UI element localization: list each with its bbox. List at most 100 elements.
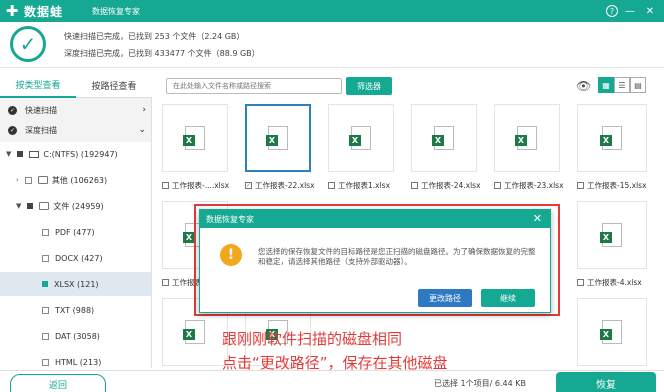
dialog-title: 数据恢复专家 (206, 214, 254, 224)
chevron-down-icon: ⌄ (138, 125, 146, 135)
sidebar-item-other[interactable]: › 其他 (106263) (0, 168, 151, 192)
file-name: 工作报表-....xlsx (172, 181, 230, 190)
sidebar-item-label: TXT (988) (55, 305, 95, 315)
dialog-close-icon[interactable]: ✕ (533, 212, 542, 225)
tab-by-type[interactable]: 按类型查看 (0, 72, 76, 98)
checkbox[interactable] (42, 228, 49, 236)
recover-button[interactable]: 恢复 (556, 372, 656, 392)
change-path-button[interactable]: 更改路径 (418, 289, 472, 307)
excel-file-icon: X (266, 126, 288, 150)
sidebar-item-label: C:(NTFS) (192947) (43, 149, 118, 159)
file-checkbox[interactable] (494, 182, 501, 189)
sidebar-item-label: 深度扫描 (25, 125, 57, 135)
file-tile[interactable]: X (577, 104, 647, 172)
sidebar-item-dat[interactable]: DAT (3058) (0, 324, 151, 348)
grid-view-icon[interactable]: ▦ (598, 77, 614, 93)
checkbox[interactable] (42, 306, 49, 314)
brand-name: 数据蛙 (24, 5, 64, 19)
file-checkbox[interactable] (577, 279, 584, 286)
view-tabs: 按类型查看 按路径查看 (0, 72, 152, 98)
view-mode-switch: ▦ ☰ ▤ (598, 77, 646, 93)
sidebar-item-pdf[interactable]: PDF (477) (0, 220, 151, 244)
file-name-row: 工作报表-4.xlsx (577, 277, 657, 288)
chevron-right-icon: › (142, 105, 146, 115)
sidebar-item-documents[interactable]: ▼ 文件 (24959) (0, 194, 151, 218)
sidebar-item-label: 文件 (24959) (53, 201, 104, 211)
sidebar-item-label: 其他 (106263) (51, 175, 108, 185)
window-controls: ? — ✕ (606, 3, 658, 19)
check-dot-icon: ✓ (8, 125, 17, 135)
file-name-row: 工作报表-....xlsx (162, 180, 246, 191)
partial-check-icon[interactable] (27, 203, 34, 209)
plus-logo-icon: ✚ (5, 2, 19, 20)
help-icon[interactable]: ? (606, 5, 618, 17)
excel-file-icon: X (183, 126, 205, 150)
expand-down-icon: ▼ (6, 150, 12, 158)
file-checkbox-checked[interactable]: ✓ (245, 182, 252, 189)
checkbox[interactable] (42, 254, 49, 262)
partial-check-icon[interactable] (42, 281, 48, 287)
file-name-row: 工作报表1.xlsx (328, 180, 412, 191)
expand-down-icon: ▼ (16, 202, 22, 210)
expand-right-icon: › (16, 176, 19, 184)
excel-file-icon: X (600, 223, 622, 247)
file-name-row: 工作报表-15.xlsx (577, 180, 657, 191)
sidebar-item-drive[interactable]: ▼ C:(NTFS) (192947) (0, 142, 151, 166)
quick-scan-result: 快速扫描已完成，已找到 253 个文件（2.24 GB） (64, 32, 245, 41)
sidebar-item-deep-scan[interactable]: ✓ 深度扫描 ⌄ (0, 118, 151, 142)
app-title: 数据恢复专家 (92, 7, 140, 16)
sidebar-item-label: HTML (213) (55, 357, 102, 367)
file-tile[interactable]: X (411, 104, 477, 172)
check-dot-icon: ✓ (8, 105, 17, 115)
sidebar-item-xlsx[interactable]: XLSX (121) (0, 272, 151, 296)
checkbox[interactable] (42, 332, 49, 340)
sidebar-item-html[interactable]: HTML (213) (0, 350, 151, 368)
detail-view-icon[interactable]: ▤ (630, 77, 646, 93)
file-checkbox[interactable] (162, 279, 169, 286)
file-checkbox[interactable] (162, 182, 169, 189)
file-name-row: 工作报表-24.xlsx (411, 180, 495, 191)
continue-button[interactable]: 继续 (481, 289, 535, 307)
check-circle-icon: ✓ (10, 26, 46, 62)
file-checkbox[interactable] (411, 182, 418, 189)
sidebar-item-label: 快速扫描 (25, 105, 57, 115)
file-name-row: ✓ 工作报表-22.xlsx (245, 180, 329, 191)
eye-icon[interactable]: 👁 (576, 79, 591, 93)
file-name: 工作报表-23.xlsx (504, 181, 564, 190)
excel-file-icon: X (600, 126, 622, 150)
file-tile[interactable]: X (577, 298, 647, 366)
sidebar-item-label: XLSX (121) (54, 279, 99, 289)
file-checkbox[interactable] (577, 182, 584, 189)
file-name: 工作报表1.xlsx (338, 181, 391, 190)
partial-check-icon[interactable] (17, 151, 24, 157)
sidebar-item-label: PDF (477) (55, 227, 95, 237)
file-tile[interactable]: X (577, 201, 647, 269)
minimize-button[interactable]: — (622, 3, 638, 19)
back-button[interactable]: 返回 (10, 374, 106, 392)
file-tile[interactable]: X (245, 104, 311, 172)
sidebar-item-docx[interactable]: DOCX (427) (0, 246, 151, 270)
drive-icon (29, 150, 40, 158)
app-window: ✚ 数据蛙 数据恢复专家 ? — ✕ ✓ 快速扫描已完成，已找到 253 个文件… (0, 0, 664, 392)
checkbox[interactable] (24, 176, 32, 184)
excel-file-icon: X (515, 126, 537, 150)
warning-dialog: 数据恢复专家 ✕ ! 您选择的保存恢复文件的目标路径是您正扫描的磁盘路径。为了确… (199, 209, 551, 313)
title-bar: ✚ 数据蛙 数据恢复专家 ? — ✕ (0, 0, 664, 22)
file-tile[interactable]: X (328, 104, 394, 172)
checkbox[interactable] (42, 358, 49, 366)
document-icon (39, 202, 50, 210)
file-checkbox[interactable] (328, 182, 335, 189)
list-view-icon[interactable]: ☰ (614, 77, 630, 93)
excel-file-icon: X (600, 320, 622, 344)
annotation-caption-line1: 跟刚刚软件扫描的磁盘相同 (222, 330, 403, 348)
file-tile[interactable]: X (162, 104, 228, 172)
search-input[interactable] (166, 78, 342, 94)
deep-scan-result: 深度扫描已完成，已找到 433477 个文件（88.9 GB） (64, 49, 260, 58)
file-tile[interactable]: X (494, 104, 560, 172)
tab-by-path[interactable]: 按路径查看 (76, 72, 152, 98)
sidebar-item-txt[interactable]: TXT (988) (0, 298, 151, 322)
close-button[interactable]: ✕ (642, 3, 658, 19)
filter-button[interactable]: 筛选器 (346, 77, 392, 95)
sidebar-item-label: DOCX (427) (55, 253, 103, 263)
dialog-message-line2: 和稳定，请选择其他路径（支持外部驱动器）。 (258, 257, 412, 266)
